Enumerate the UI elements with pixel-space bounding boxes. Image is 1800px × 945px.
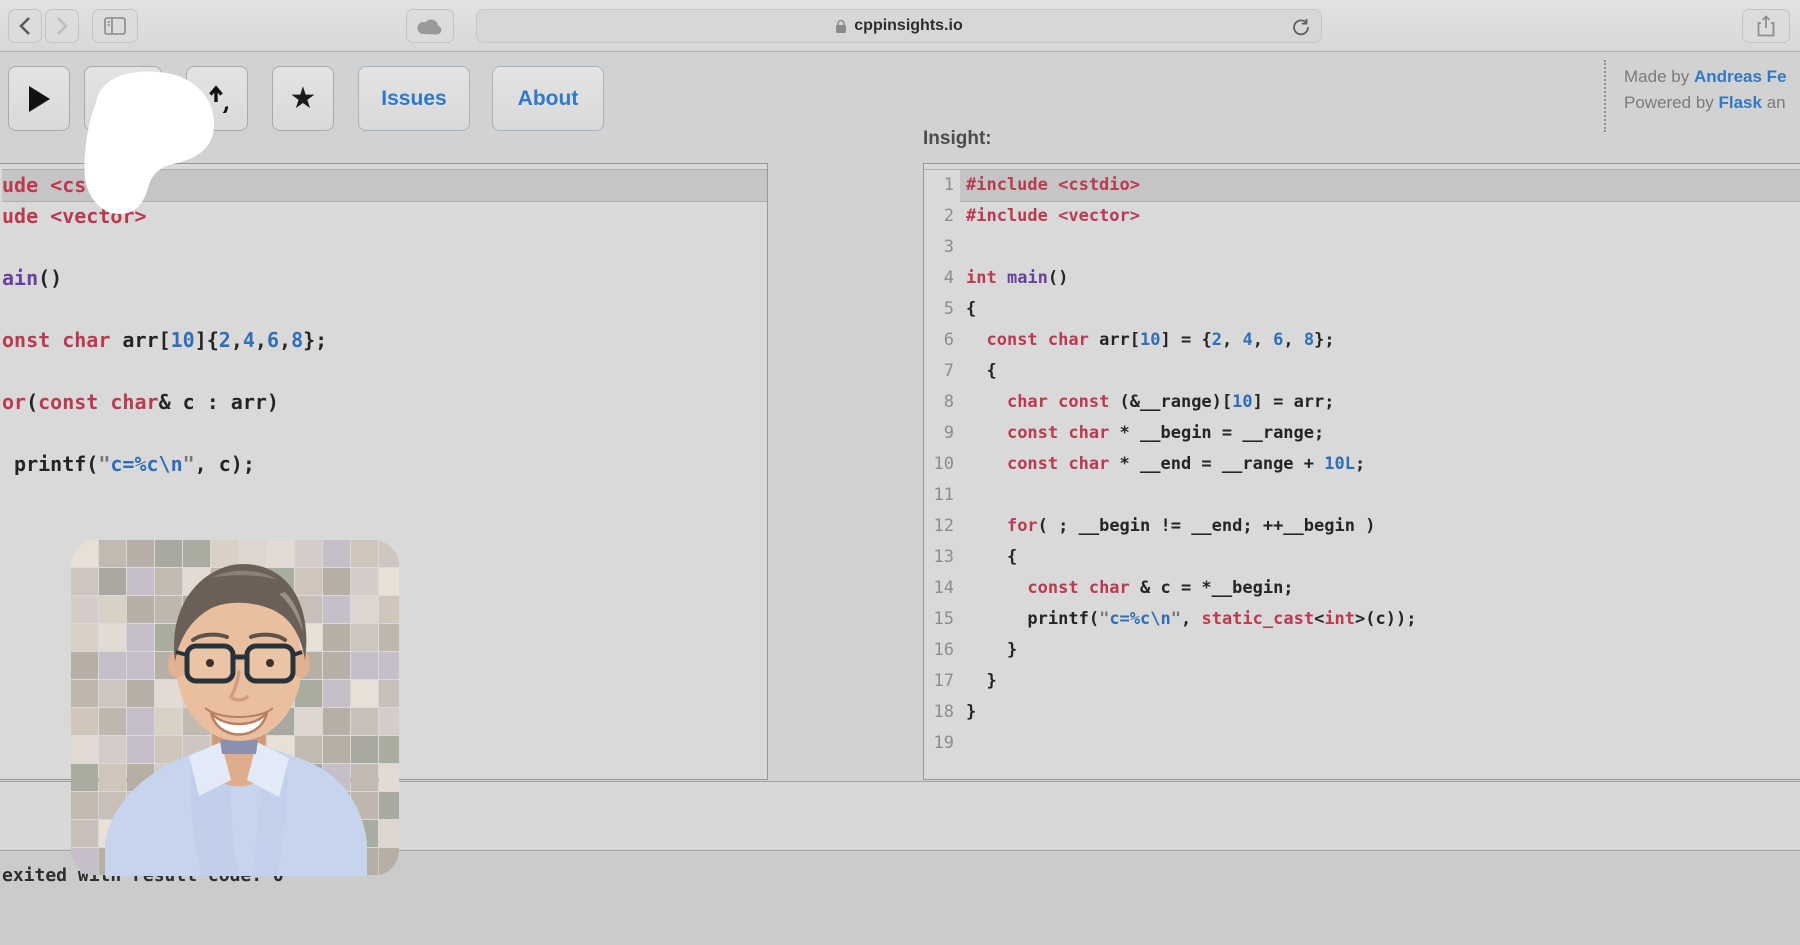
cppinsights-page: { "chrome": { "url": "cppinsights.io" },… xyxy=(0,0,1800,945)
play-icon xyxy=(27,85,51,113)
forward-button[interactable] xyxy=(45,9,79,43)
issues-button[interactable]: Issues xyxy=(358,66,470,131)
made-by-line: Made by Andreas Fe xyxy=(1624,64,1787,90)
share-icon xyxy=(1757,15,1775,37)
reload-button[interactable] xyxy=(1289,15,1313,39)
credits-box: Made by Andreas Fe Powered by Flask an xyxy=(1604,60,1787,132)
annotation-blob xyxy=(70,58,230,228)
url-text: cppinsights.io xyxy=(854,17,962,35)
flask-link[interactable]: Flask xyxy=(1719,93,1762,112)
star-icon: ★ xyxy=(290,81,317,116)
url-field[interactable]: cppinsights.io xyxy=(476,9,1322,43)
issues-label: Issues xyxy=(381,87,446,111)
sidebar-toggle-button[interactable] xyxy=(92,9,138,43)
powered-by-line: Powered by Flask an xyxy=(1624,90,1787,116)
about-label: About xyxy=(518,87,579,111)
about-button[interactable]: About xyxy=(492,66,604,131)
author-link[interactable]: Andreas Fe xyxy=(1694,67,1787,86)
lock-icon xyxy=(835,19,847,34)
insight-editor[interactable]: 1#include <cstdio>2#include <vector>34in… xyxy=(923,163,1800,780)
chevron-right-icon xyxy=(56,17,68,35)
insight-label: Insight: xyxy=(923,128,992,150)
run-button[interactable] xyxy=(8,66,70,131)
back-button[interactable] xyxy=(8,9,42,43)
powered-by-tail: an xyxy=(1762,93,1786,112)
powered-by-text: Powered by xyxy=(1624,93,1719,112)
cloud-tabs-button[interactable] xyxy=(406,9,454,43)
collar-band xyxy=(220,740,258,754)
browser-chrome: cppinsights.io xyxy=(0,0,1800,52)
star-button[interactable]: ★ xyxy=(272,66,334,131)
share-button[interactable] xyxy=(1742,9,1790,43)
chevron-left-icon xyxy=(19,17,31,35)
cloud-icon xyxy=(417,18,443,35)
reload-icon xyxy=(1292,18,1310,36)
sidebar-icon xyxy=(104,17,126,35)
made-by-text: Made by xyxy=(1624,67,1694,86)
author-photo xyxy=(71,540,399,876)
